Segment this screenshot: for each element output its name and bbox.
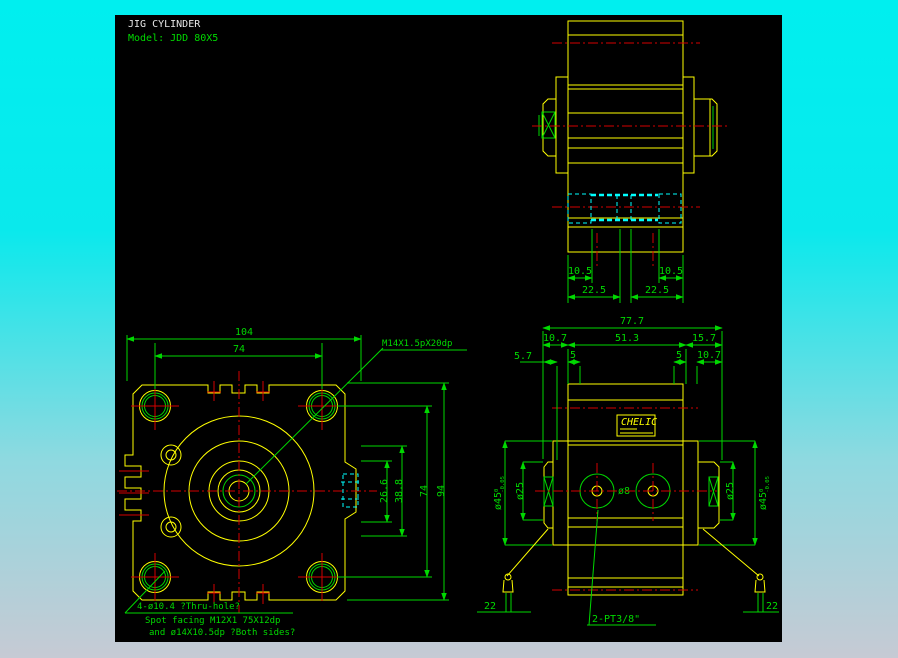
dia-45-value: ø45 [758, 492, 769, 510]
dim-51-3: 51.3 [615, 333, 639, 344]
dim-10-5-left: 10.5 [568, 266, 592, 277]
dim-22-5-left: 22.5 [582, 285, 606, 296]
thread-callout: M14X1.5pX20dp [382, 339, 452, 349]
dim-10-5-right: 10.5 [659, 266, 683, 277]
dim-10-7-right: 10.7 [697, 350, 721, 361]
dim-22-left: 22 [484, 601, 496, 612]
brand-logo: CHELIC [621, 417, 657, 428]
dim-26-6: 26.6 [379, 479, 390, 503]
front-view-dimensions: 104 74 M14X1.5pX20dp 26.6 38.8 74 94 [126, 327, 467, 601]
dim-dia-45-left: ø450-0.05 [493, 476, 506, 510]
dim-dia-45-right: ø450-0.05 [758, 476, 771, 510]
top-view-left-port [538, 106, 714, 149]
dim-10-7-left: 10.7 [543, 333, 567, 344]
dia-45-value: ø45 [493, 492, 504, 510]
side-view-top-dimensions: 77.7 10.7 51.3 15.7 5.7 5 5 10.7 [514, 316, 723, 460]
top-view-dimensions: 10.5 10.5 22.5 22.5 [567, 229, 684, 303]
dia-45-tol-bottom: -0.05 [500, 476, 506, 493]
note-line3: and ø14X10.5dp ?Both sides? [149, 628, 295, 638]
cad-drawing-svg: JIG CYLINDER Model: JDD 80X5 10.5 10.5 2… [117, 19, 779, 638]
drawing-title: JIG CYLINDER [128, 19, 201, 30]
dim-38-8: 38.8 [394, 479, 405, 503]
side-view: ø8 CHELIC 77.7 10.7 51.3 15.7 5.7 5 5 10… [477, 316, 779, 626]
front-view-notes: 4-ø10.4 ?Thru-hole? Spot facing M12X1 75… [124, 570, 295, 638]
side-view-outline [543, 383, 720, 596]
dim-74-horizontal: 74 [233, 344, 245, 355]
dim-5-right: 5 [676, 350, 682, 361]
dim-104: 104 [235, 327, 253, 338]
title-block: JIG CYLINDER Model: JDD 80X5 [128, 19, 218, 44]
dim-15-7: 15.7 [692, 333, 716, 344]
top-view-hidden-holes [567, 193, 682, 224]
port-thread-callout: 2-PT3/8" [592, 614, 640, 625]
side-view-centerlines [535, 407, 717, 591]
dim-94: 94 [436, 485, 447, 497]
dim-77-7: 77.7 [620, 316, 644, 327]
dim-dia-25-left: ø25 [515, 482, 526, 500]
note-line2: Spot facing M12X1 75X12dp [145, 616, 280, 626]
nameplate: CHELIC [616, 414, 657, 437]
dim-22-5-right: 22.5 [645, 285, 669, 296]
dim-5-left: 5 [570, 350, 576, 361]
front-view-circles [160, 415, 315, 567]
top-view-outline [542, 20, 718, 253]
dia-45-tol-bottom: -0.05 [765, 476, 771, 493]
cad-drawing-area: JIG CYLINDER Model: JDD 80X5 10.5 10.5 2… [115, 15, 782, 642]
front-view: 104 74 M14X1.5pX20dp 26.6 38.8 74 94 4-ø… [117, 327, 467, 638]
dim-22-right: 22 [766, 601, 778, 612]
note-line1: 4-ø10.4 ?Thru-hole? [137, 602, 240, 612]
dim-74-vertical: 74 [419, 485, 430, 497]
dim-dia-25-right: ø25 [725, 482, 736, 500]
model-label: Model: JDD 80X5 [128, 33, 218, 44]
dim-5-7: 5.7 [514, 351, 532, 362]
top-view: 10.5 10.5 22.5 22.5 [532, 20, 728, 303]
side-view-diameter-dimensions: ø450-0.05 ø25 ø25 ø450-0.05 [493, 440, 771, 546]
